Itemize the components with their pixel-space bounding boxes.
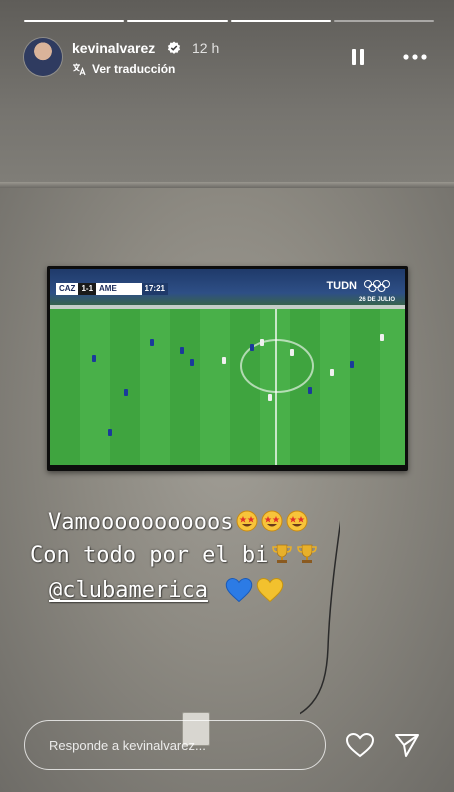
player <box>150 339 154 346</box>
story-viewer[interactable]: kevinalvarez 12 h Ver traducción CAZ 1-1… <box>0 0 454 792</box>
home-team: CAZ <box>56 283 79 295</box>
progress-segment <box>230 20 331 22</box>
soccer-field <box>50 309 405 465</box>
trophy-emoji <box>297 544 318 563</box>
username[interactable]: kevinalvarez <box>72 40 155 56</box>
score-bug: CAZ 1-1 AME 17:21 <box>56 283 168 295</box>
player <box>222 357 226 364</box>
player <box>124 389 128 396</box>
ceiling <box>0 0 454 185</box>
avatar[interactable] <box>24 38 62 76</box>
caption-line-2: Con todo por el bi <box>30 543 454 568</box>
heart-icon[interactable] <box>345 731 375 759</box>
match-clock: 17:21 <box>141 283 168 295</box>
television: CAZ 1-1 AME 17:21 TUDN 26 DE JULIO <box>47 266 408 471</box>
reply-input[interactable] <box>24 720 326 770</box>
caption-text: Vamoooooooooos <box>48 510 234 535</box>
olympic-rings-icon <box>364 280 390 292</box>
player <box>308 387 312 394</box>
progress-segment <box>333 20 434 22</box>
player <box>380 334 384 341</box>
mention-link[interactable]: @clubamerica <box>49 578 208 603</box>
progress-segment <box>24 20 125 22</box>
tv-screen: CAZ 1-1 AME 17:21 TUDN 26 DE JULIO <box>50 269 405 465</box>
player <box>190 359 194 366</box>
player <box>290 349 294 356</box>
send-icon[interactable] <box>393 731 421 759</box>
progress-segment <box>127 20 228 22</box>
player <box>180 347 184 354</box>
player <box>330 369 334 376</box>
yellow-heart-emoji <box>256 578 284 603</box>
player <box>350 361 354 368</box>
translate-icon <box>73 63 86 76</box>
story-progress-bar <box>24 20 434 22</box>
story-header: kevinalvarez 12 h Ver traducción <box>24 38 434 78</box>
translate-label: Ver traducción <box>92 62 176 76</box>
away-team: AME <box>96 283 120 295</box>
star-struck-emoji <box>261 510 283 532</box>
verified-badge-icon <box>167 41 181 54</box>
more-options-icon[interactable] <box>402 50 428 64</box>
player <box>92 355 96 362</box>
post-time: 12 h <box>192 40 220 56</box>
caption-line-1: Vamoooooooooos <box>48 510 454 535</box>
player <box>268 394 272 401</box>
blue-heart-emoji <box>225 578 253 603</box>
broadcast-date: 26 DE JULIO <box>358 297 395 303</box>
broadcaster-logo: TUDN <box>326 280 357 292</box>
player <box>250 344 254 351</box>
pause-icon[interactable] <box>350 48 366 66</box>
score: 1-1 <box>78 283 97 295</box>
player <box>260 339 264 346</box>
caption-text: Con todo por el bi <box>30 543 269 568</box>
star-struck-emoji <box>286 510 308 532</box>
translate-link[interactable]: Ver traducción <box>72 62 175 76</box>
trophy-emoji <box>272 544 293 563</box>
player <box>108 429 112 436</box>
star-struck-emoji <box>236 510 258 532</box>
caption-line-3: @clubamerica <box>49 576 454 604</box>
